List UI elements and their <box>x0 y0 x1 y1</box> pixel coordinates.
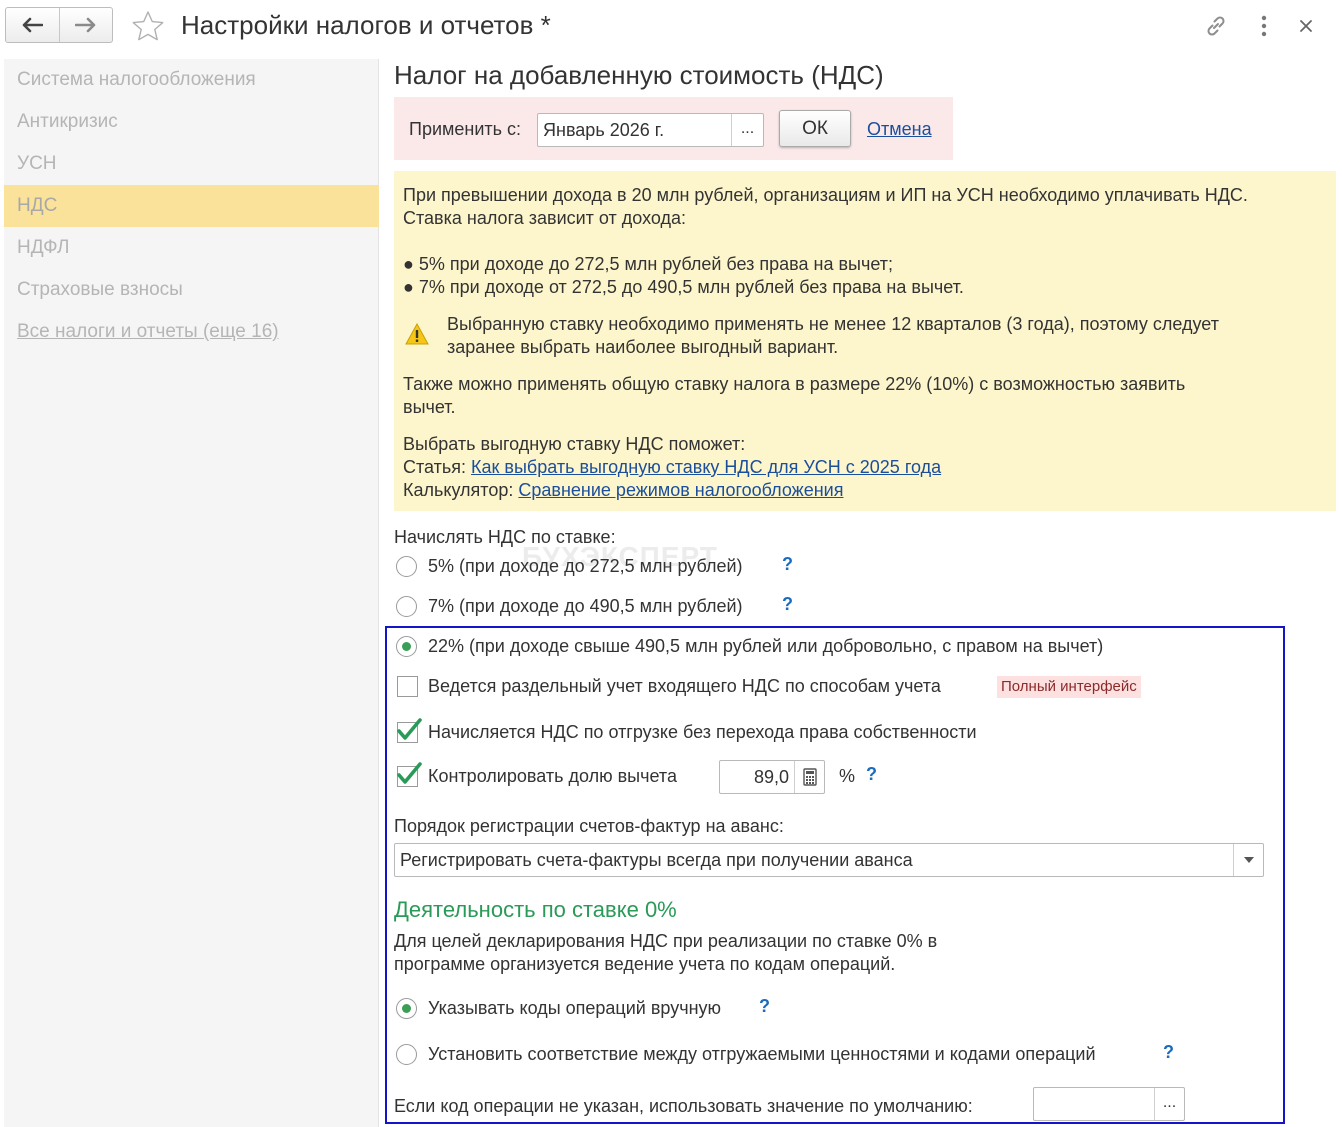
info-line: Также можно применять общую ставку налог… <box>403 374 1186 394</box>
info-bullet: ● 5% при доходе до 272,5 млн рублей без … <box>403 254 894 274</box>
back-button[interactable] <box>6 8 59 42</box>
info-line: При превышении дохода в 20 млн рублей, о… <box>403 185 1248 205</box>
close-icon <box>1300 20 1312 32</box>
cancel-link[interactable]: Отмена <box>867 119 932 140</box>
more-button[interactable] <box>1250 12 1278 40</box>
article-label: Статья: <box>403 457 467 477</box>
calculator-row: Калькулятор: Сравнение режимов налогообл… <box>403 480 843 501</box>
close-button[interactable] <box>1292 12 1320 40</box>
apply-date-field[interactable]: Январь 2026 г. ... <box>537 113 764 147</box>
arrow-right-icon <box>74 17 96 33</box>
info-bullet: ● 7% при доходе от 272,5 до 490,5 млн ру… <box>403 277 964 297</box>
highlight-frame <box>385 626 1285 1124</box>
rate-5-help[interactable]: ? <box>782 554 793 575</box>
favorite-button[interactable] <box>130 9 166 43</box>
sidebar-item-vat[interactable]: НДС <box>4 185 379 227</box>
navigation-buttons <box>5 7 113 43</box>
more-vertical-icon <box>1261 15 1267 37</box>
warning-text: Выбранную ставку необходимо применять не… <box>447 314 1219 334</box>
rate-5-label[interactable]: 5% (при доходе до 272,5 млн рублей) <box>428 556 743 577</box>
forward-button[interactable] <box>58 8 112 42</box>
calculator-label: Калькулятор: <box>403 480 514 500</box>
sidebar-item-tax-system[interactable]: Система налогообложения <box>4 59 379 101</box>
rate-7-radio[interactable] <box>396 596 417 617</box>
info-line: Выбрать выгодную ставку НДС поможет: <box>403 434 746 454</box>
info-line: Ставка налога зависит от дохода: <box>403 208 687 228</box>
sidebar-item-insurance[interactable]: Страховые взносы <box>4 269 379 311</box>
rate-5-radio[interactable] <box>396 556 417 577</box>
apply-date-bar: Применить с: Январь 2026 г. ... ОК Отмен… <box>394 97 953 160</box>
article-link[interactable]: Как выбрать выгодную ставку НДС для УСН … <box>471 457 941 477</box>
calculator-link[interactable]: Сравнение режимов налогообложения <box>518 480 843 500</box>
rate-7-help[interactable]: ? <box>782 594 793 615</box>
apply-date-value[interactable]: Январь 2026 г. <box>538 114 731 146</box>
sidebar-item-all-taxes[interactable]: Все налоги и отчеты (еще 16) <box>4 311 379 353</box>
apply-date-picker-button[interactable]: ... <box>731 114 763 146</box>
sidebar-nav: Система налогообложения Антикризис УСН Н… <box>4 59 379 1127</box>
window-title: Настройки налогов и отчетов * <box>181 10 551 40</box>
star-icon <box>132 11 164 41</box>
page-title: Налог на добавленную стоимость (НДС) <box>394 60 884 90</box>
info-line: вычет. <box>403 397 456 417</box>
sidebar-item-ndfl[interactable]: НДФЛ <box>4 227 379 269</box>
ok-button[interactable]: ОК <box>779 110 851 147</box>
rate-7-label[interactable]: 7% (при доходе до 490,5 млн рублей) <box>428 596 743 617</box>
info-panel: При превышении дохода в 20 млн рублей, о… <box>394 171 1336 511</box>
title-bar: Настройки налогов и отчетов * <box>0 0 1342 52</box>
warning-text: заранее выбрать наиболее выгодный вариан… <box>447 337 839 357</box>
arrow-left-icon <box>23 17 44 33</box>
link-icon <box>1207 16 1225 36</box>
warning-icon <box>405 323 429 345</box>
link-button[interactable] <box>1202 12 1230 40</box>
sidebar-item-anticrisis[interactable]: Антикризис <box>4 101 379 143</box>
apply-date-label: Применить с: <box>409 119 522 139</box>
rate-label: Начислять НДС по ставке: <box>394 527 616 547</box>
article-row: Статья: Как выбрать выгодную ставку НДС … <box>403 457 941 478</box>
sidebar-item-usn[interactable]: УСН <box>4 143 379 185</box>
